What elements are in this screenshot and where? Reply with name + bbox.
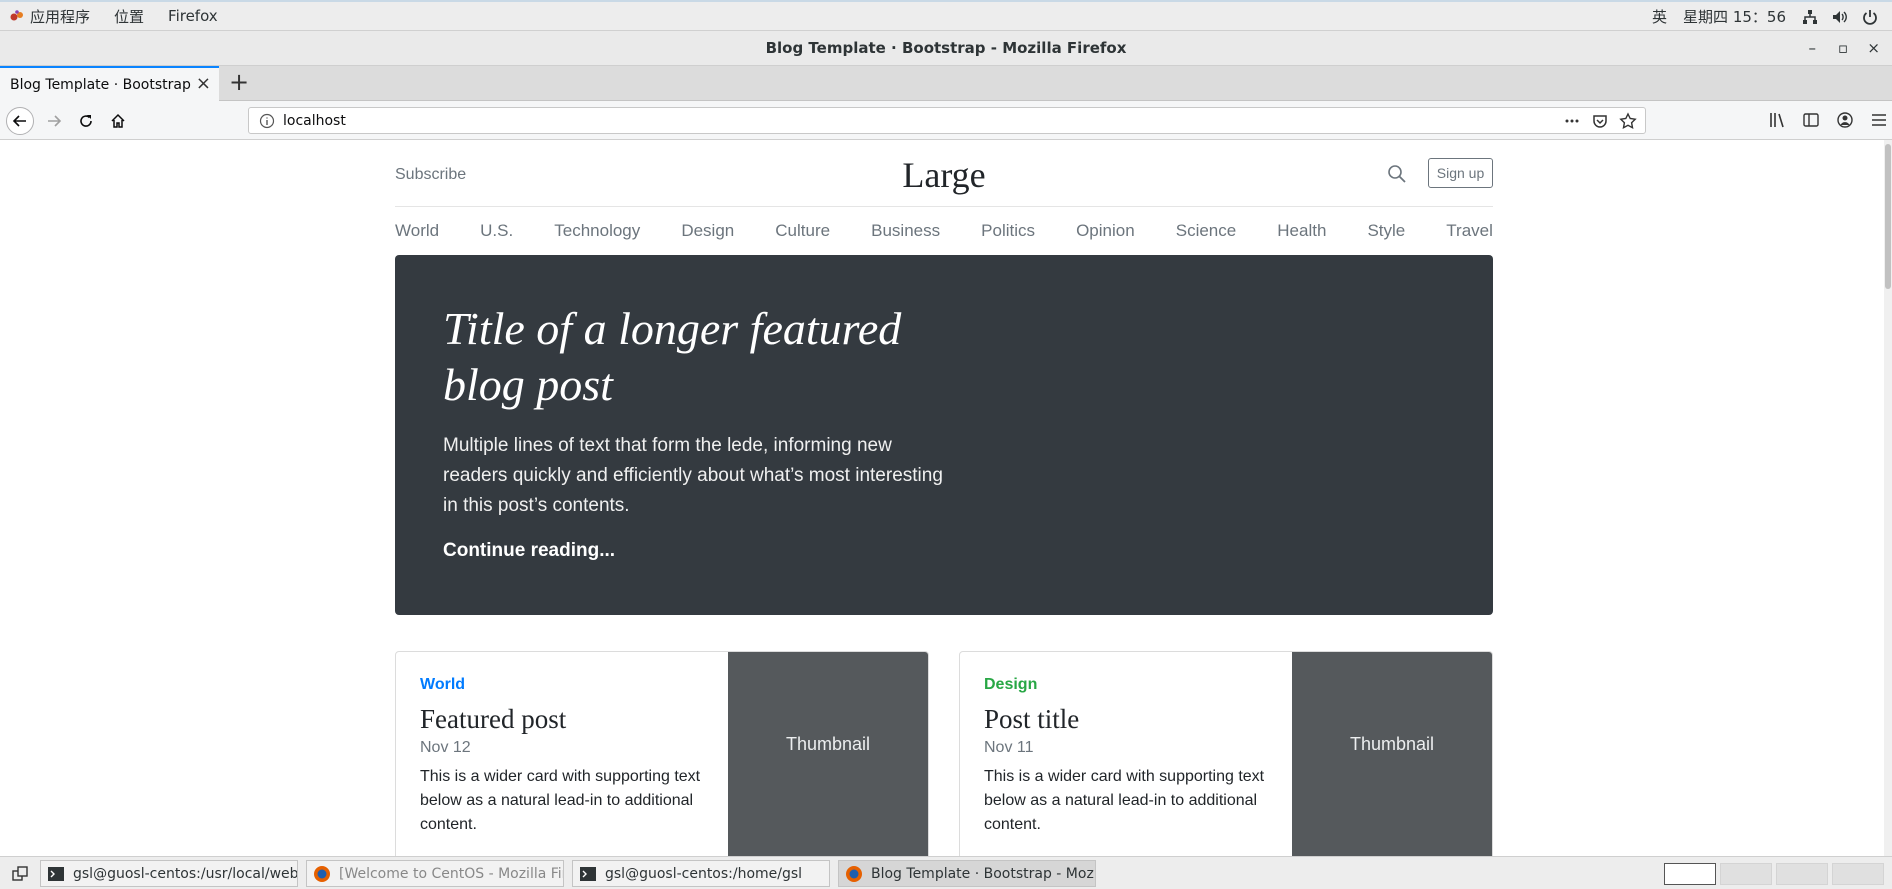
card-category[interactable]: Design <box>984 676 1284 694</box>
gnome-top-bar: 应用程序 位置 Firefox 英 星期四 15：56 <box>0 0 1892 31</box>
blog-container: Subscribe Large Sign up World U.S. Techn… <box>395 140 1493 856</box>
page-scrollbar[interactable] <box>1884 140 1892 856</box>
volume-icon[interactable] <box>1832 9 1848 25</box>
search-icon[interactable] <box>1387 164 1407 184</box>
taskbar: gsl@guosl-centos:/usr/local/webser··· [W… <box>0 856 1892 889</box>
tab-blog-template[interactable]: Blog Template · Bootstrap × <box>0 66 219 101</box>
url-bar[interactable]: localhost <box>248 107 1646 134</box>
nav-business[interactable]: Business <box>871 221 940 241</box>
forward-arrow-icon <box>48 115 62 127</box>
taskbar-item-label: gsl@guosl-centos:/home/gsl <box>605 865 803 882</box>
info-icon[interactable] <box>259 113 275 129</box>
new-tab-button[interactable]: + <box>229 68 249 96</box>
url-text[interactable]: localhost <box>283 113 346 129</box>
card-title: Post title <box>984 704 1080 734</box>
reload-button[interactable] <box>72 107 100 135</box>
network-icon[interactable] <box>1802 9 1818 25</box>
post-card: Design Post title Nov 11 This is a wider… <box>959 651 1493 856</box>
hamburger-menu-icon[interactable] <box>1870 111 1888 129</box>
account-icon[interactable] <box>1836 111 1854 129</box>
nav-us[interactable]: U.S. <box>480 221 513 241</box>
card-date: Nov 12 <box>420 739 471 756</box>
page-actions-icon[interactable] <box>1563 112 1581 130</box>
card-thumbnail: Thumbnail <box>728 652 928 856</box>
blog-header: Subscribe Large Sign up <box>395 140 1493 207</box>
featured-title: Title of a longer featured blog post <box>443 303 902 410</box>
sidebar-icon[interactable] <box>1802 111 1820 129</box>
home-button[interactable] <box>104 107 132 135</box>
nav-technology[interactable]: Technology <box>554 221 640 241</box>
taskbar-item-label: gsl@guosl-centos:/usr/local/webser··· <box>73 865 298 882</box>
home-icon <box>111 113 125 128</box>
blog-brand[interactable]: Large <box>395 154 1493 196</box>
tab-close-icon[interactable]: × <box>196 73 211 94</box>
taskbar-item[interactable]: gsl@guosl-centos:/home/gsl <box>572 860 830 887</box>
tab-label: Blog Template · Bootstrap <box>10 76 191 93</box>
menu-places[interactable]: 位置 <box>114 6 144 27</box>
window-titlebar: Blog Template · Bootstrap - Mozilla Fire… <box>0 31 1892 66</box>
nav-culture[interactable]: Culture <box>775 221 830 241</box>
close-window-button[interactable]: × <box>1867 39 1880 57</box>
nav-design[interactable]: Design <box>681 221 734 241</box>
bookmark-star-icon[interactable] <box>1619 112 1637 130</box>
post-card: World Featured post Nov 12 This is a wid… <box>395 651 929 856</box>
menu-applications[interactable]: 应用程序 <box>30 6 90 27</box>
nav-science[interactable]: Science <box>1176 221 1236 241</box>
applications-menu[interactable]: 应用程序 <box>10 6 114 27</box>
nav-travel[interactable]: Travel <box>1446 221 1493 241</box>
gnome-foot-icon <box>10 10 23 21</box>
continue-reading-link[interactable]: Continue reading... <box>443 540 615 562</box>
navigation-toolbar: localhost <box>0 101 1892 140</box>
workspace-4[interactable] <box>1832 863 1884 885</box>
window-title: Blog Template · Bootstrap - Mozilla Fire… <box>765 39 1127 57</box>
featured-jumbotron: Title of a longer featured blog post Mul… <box>395 255 1493 615</box>
card-thumbnail: Thumbnail <box>1292 652 1492 856</box>
show-desktop-icon[interactable] <box>12 866 28 882</box>
clock[interactable]: 星期四 15：56 <box>1683 6 1786 27</box>
firefox-icon <box>314 865 330 882</box>
reload-icon <box>80 115 92 127</box>
card-category[interactable]: World <box>420 676 720 694</box>
maximize-button[interactable]: ▫ <box>1838 39 1848 57</box>
minimize-button[interactable]: – <box>1809 39 1817 57</box>
tab-strip: Blog Template · Bootstrap × + <box>0 66 1892 101</box>
taskbar-item-label: Blog Template · Bootstrap - Mozilla··· <box>871 865 1095 882</box>
taskbar-item[interactable]: [Welcome to CentOS - Mozilla Firef··· <box>306 860 564 887</box>
firefox-icon <box>846 865 862 882</box>
card-text: This is a wider card with supporting tex… <box>984 768 1265 833</box>
card-title: Featured post <box>420 704 567 734</box>
input-method-indicator[interactable]: 英 <box>1652 6 1667 27</box>
forward-button[interactable] <box>40 107 68 135</box>
workspace-1[interactable] <box>1664 863 1716 885</box>
nav-opinion[interactable]: Opinion <box>1076 221 1135 241</box>
card-date: Nov 11 <box>984 739 1034 756</box>
nav-world[interactable]: World <box>395 221 439 241</box>
scrollbar-thumb[interactable] <box>1885 144 1891 289</box>
workspace-2[interactable] <box>1720 863 1772 885</box>
nav-health[interactable]: Health <box>1277 221 1326 241</box>
sign-up-button[interactable]: Sign up <box>1428 158 1493 188</box>
workspace-3[interactable] <box>1776 863 1828 885</box>
taskbar-item-label: [Welcome to CentOS - Mozilla Firef··· <box>339 865 563 882</box>
category-nav: World U.S. Technology Design Culture Bus… <box>395 207 1493 255</box>
page-viewport: Subscribe Large Sign up World U.S. Techn… <box>0 140 1892 856</box>
pocket-icon[interactable] <box>1591 112 1609 130</box>
menu-firefox[interactable]: Firefox <box>168 7 218 25</box>
featured-lede: Multiple lines of text that form the led… <box>443 435 943 516</box>
power-icon[interactable] <box>1862 9 1878 25</box>
library-icon[interactable] <box>1768 111 1786 129</box>
nav-politics[interactable]: Politics <box>981 221 1035 241</box>
back-arrow-icon <box>12 115 26 127</box>
taskbar-item[interactable]: gsl@guosl-centos:/usr/local/webser··· <box>40 860 298 887</box>
taskbar-item-active[interactable]: Blog Template · Bootstrap - Mozilla··· <box>838 860 1096 887</box>
card-text: This is a wider card with supporting tex… <box>420 768 701 833</box>
back-button[interactable] <box>6 107 34 135</box>
terminal-icon <box>580 866 596 881</box>
nav-style[interactable]: Style <box>1367 221 1405 241</box>
terminal-icon <box>48 866 64 881</box>
